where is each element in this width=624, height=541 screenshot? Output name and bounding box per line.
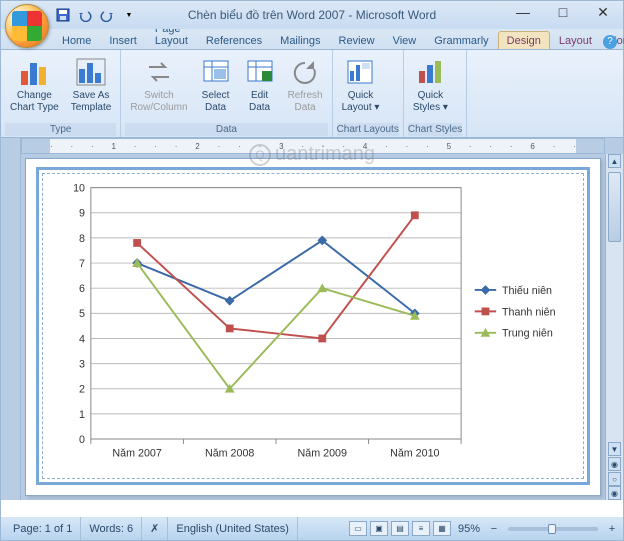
browse-object-icon[interactable]: ○ bbox=[608, 472, 621, 486]
status-language[interactable]: English (United States) bbox=[168, 517, 298, 540]
select-button[interactable]: SelectData bbox=[195, 53, 237, 116]
svg-text:9: 9 bbox=[79, 208, 85, 220]
close-button[interactable]: ✕ bbox=[583, 1, 623, 23]
save-icon[interactable] bbox=[55, 7, 71, 23]
scrollbar-vertical[interactable]: ▲ ▼ ◉ ○ ◉ bbox=[605, 154, 623, 500]
tab-home[interactable]: Home bbox=[53, 31, 100, 49]
save-as-button[interactable]: Save AsTemplate bbox=[66, 53, 117, 116]
quick-button[interactable]: QuickStyles ▾ bbox=[408, 53, 453, 116]
undo-icon[interactable] bbox=[77, 7, 93, 23]
refresh-icon bbox=[289, 56, 321, 88]
layout-icon bbox=[344, 56, 376, 88]
ruler-horizontal[interactable]: ···1···2···3···4···5···6·· bbox=[21, 138, 605, 154]
group-label: Chart Layouts bbox=[337, 123, 399, 136]
tab-layout[interactable]: Layout bbox=[550, 31, 601, 49]
svg-text:6: 6 bbox=[79, 283, 85, 295]
page[interactable]: 0 1 2 3 4 5 6 7 8 9 10 Năm 2007 Năm 2008 Năm 2009 Năm … bbox=[25, 158, 601, 496]
zoom-slider[interactable] bbox=[508, 527, 598, 531]
change-button[interactable]: ChangeChart Type bbox=[5, 53, 64, 116]
ribbon-group-type: ChangeChart TypeSave AsTemplate Type bbox=[1, 50, 121, 137]
document-area: ▣ ···1···2···3···4···5···6·· ▲ ▼ ◉ ○ ◉ 0… bbox=[1, 138, 623, 500]
minimize-button[interactable]: — bbox=[503, 1, 543, 23]
svg-text:4: 4 bbox=[79, 333, 85, 345]
group-label: Data bbox=[125, 123, 327, 136]
scroll-up-icon[interactable]: ▲ bbox=[608, 154, 621, 168]
chart-object[interactable]: 0 1 2 3 4 5 6 7 8 9 10 Năm 2007 Năm 2008 Năm 2009 Năm … bbox=[36, 167, 590, 485]
svg-text:Năm 2008: Năm 2008 bbox=[205, 448, 254, 460]
svg-text:Năm 2007: Năm 2007 bbox=[112, 448, 161, 460]
status-bar: Page: 1 of 1 Words: 6 ✗ English (United … bbox=[1, 517, 623, 540]
svg-text:Thanh niên: Thanh niên bbox=[502, 306, 556, 318]
proofing-icon: ✗ bbox=[150, 522, 159, 535]
view-print-layout[interactable]: ▭ bbox=[349, 521, 367, 536]
svg-text:2: 2 bbox=[79, 384, 85, 396]
svg-text:7: 7 bbox=[79, 258, 85, 270]
svg-text:5: 5 bbox=[79, 308, 85, 320]
ruler-vertical[interactable] bbox=[1, 138, 21, 500]
svg-text:0: 0 bbox=[79, 434, 85, 446]
tab-design[interactable]: Design bbox=[498, 31, 550, 49]
svg-text:Trung niên: Trung niên bbox=[502, 328, 553, 340]
edit-data-icon bbox=[244, 56, 276, 88]
window-title: Chèn biểu đồ trên Word 2007 - Microsoft … bbox=[188, 8, 436, 22]
view-web-layout[interactable]: ▤ bbox=[391, 521, 409, 536]
line-chart[interactable]: 0 1 2 3 4 5 6 7 8 9 10 Năm 2007 Năm 2008 Năm 2009 Năm … bbox=[43, 174, 583, 478]
ribbon: ChangeChart TypeSave AsTemplate Type Switc… bbox=[1, 50, 623, 138]
select-data-icon bbox=[200, 56, 232, 88]
scroll-thumb[interactable] bbox=[608, 172, 621, 242]
view-outline[interactable]: ≡ bbox=[412, 521, 430, 536]
group-label: Type bbox=[5, 123, 116, 136]
switch-icon bbox=[143, 56, 175, 88]
redo-icon[interactable] bbox=[99, 7, 115, 23]
window-controls: — □ ✕ bbox=[503, 1, 623, 23]
tab-mailings[interactable]: Mailings bbox=[271, 31, 329, 49]
ribbon-tabs: HomeInsertPage LayoutReferencesMailingsR… bbox=[1, 29, 623, 50]
svg-text:3: 3 bbox=[79, 359, 85, 371]
quick-access-toolbar: ▼ bbox=[55, 1, 137, 29]
tab-insert[interactable]: Insert bbox=[100, 31, 146, 49]
refresh-button: RefreshData bbox=[283, 53, 328, 116]
zoom-out-button[interactable]: − bbox=[487, 523, 501, 535]
tab-view[interactable]: View bbox=[384, 31, 426, 49]
svg-text:Thiếu niên: Thiếu niên bbox=[502, 285, 552, 297]
ribbon-group-data: SwitchRow/ColumnSelectDataEditDataRefres… bbox=[121, 50, 332, 137]
svg-text:10: 10 bbox=[73, 183, 85, 195]
titlebar: ▼ Chèn biểu đồ trên Word 2007 - Microsof… bbox=[1, 1, 623, 29]
status-proofing[interactable]: ✗ bbox=[142, 517, 168, 540]
styles-icon bbox=[414, 56, 446, 88]
qat-customize-icon[interactable]: ▼ bbox=[121, 7, 137, 23]
office-button[interactable] bbox=[5, 4, 49, 48]
zoom-level[interactable]: 95% bbox=[454, 523, 484, 535]
scroll-down-icon[interactable]: ▼ bbox=[608, 442, 621, 456]
tab-review[interactable]: Review bbox=[330, 31, 384, 49]
prev-page-icon[interactable]: ◉ bbox=[608, 457, 621, 471]
next-page-icon[interactable]: ◉ bbox=[608, 486, 621, 500]
svg-text:Năm 2010: Năm 2010 bbox=[390, 448, 439, 460]
tab-references[interactable]: References bbox=[197, 31, 271, 49]
ribbon-group-chart-styles: QuickStyles ▾ Chart Styles bbox=[404, 50, 467, 137]
status-page[interactable]: Page: 1 of 1 bbox=[5, 517, 81, 540]
svg-text:Năm 2009: Năm 2009 bbox=[298, 448, 347, 460]
view-full-screen[interactable]: ▣ bbox=[370, 521, 388, 536]
edit-button[interactable]: EditData bbox=[239, 53, 281, 116]
maximize-button[interactable]: □ bbox=[543, 1, 583, 23]
group-label: Chart Styles bbox=[408, 123, 462, 136]
ribbon-group-chart-layouts: QuickLayout ▾ Chart Layouts bbox=[333, 50, 404, 137]
view-draft[interactable]: ▦ bbox=[433, 521, 451, 536]
tab-grammarly[interactable]: Grammarly bbox=[425, 31, 497, 49]
help-icon[interactable]: ? bbox=[603, 35, 617, 49]
zoom-in-button[interactable]: + bbox=[605, 523, 619, 535]
switch-button: SwitchRow/Column bbox=[125, 53, 192, 116]
status-words[interactable]: Words: 6 bbox=[81, 517, 142, 540]
svg-text:8: 8 bbox=[79, 233, 85, 245]
svg-text:1: 1 bbox=[79, 409, 85, 421]
bar3d-icon bbox=[18, 56, 50, 88]
bar-template-icon bbox=[75, 56, 107, 88]
quick-button[interactable]: QuickLayout ▾ bbox=[337, 53, 385, 116]
